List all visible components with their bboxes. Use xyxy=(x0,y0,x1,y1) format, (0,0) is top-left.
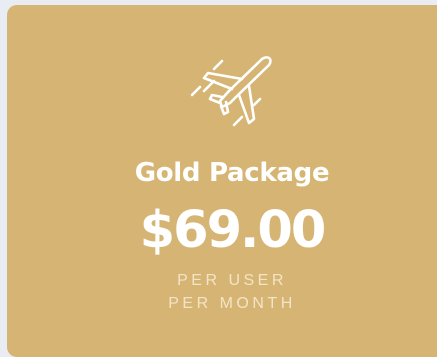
billing-period-line-2: PER MONTH xyxy=(168,295,296,312)
package-price: $69.00 xyxy=(139,201,327,260)
package-title: Gold Package xyxy=(134,158,330,188)
pricing-card: Gold Package $69.00 PER USER PER MONTH xyxy=(7,5,437,357)
billing-period: PER USER PER MONTH xyxy=(7,269,437,315)
airplane-icon xyxy=(190,56,272,127)
billing-period-line-1: PER USER xyxy=(177,272,287,289)
